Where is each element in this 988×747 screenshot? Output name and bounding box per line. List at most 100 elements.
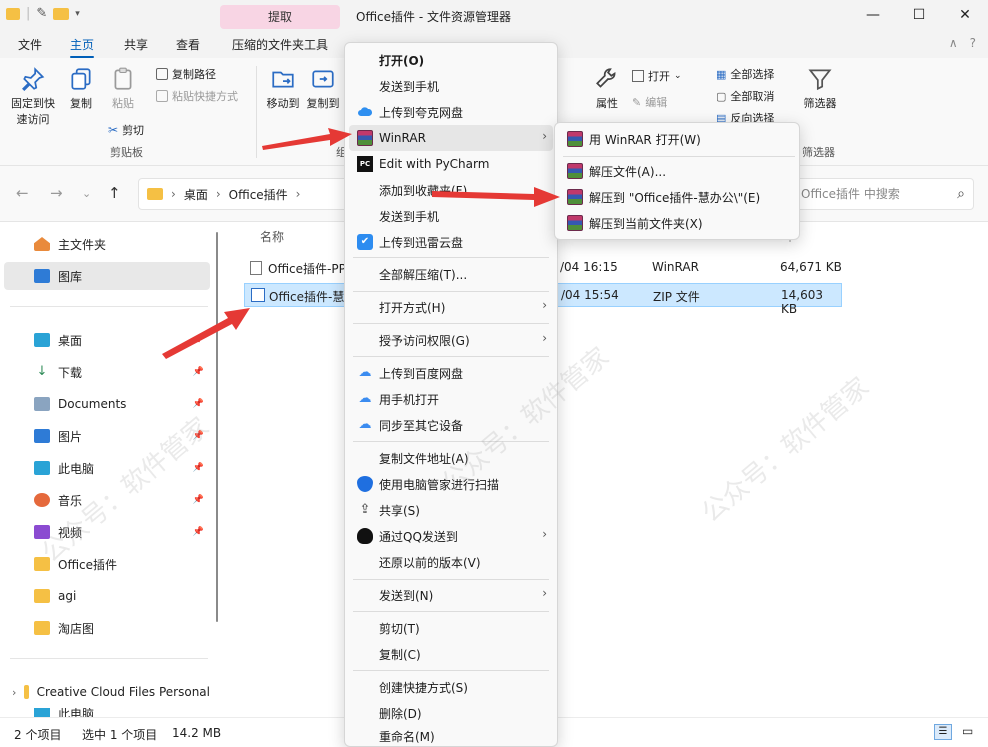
tab-compressed-tools[interactable]: 压缩的文件夹工具	[232, 36, 328, 53]
pin-icon[interactable]: 📌	[193, 431, 204, 441]
menu-item-share[interactable]: ⇪ 共享(S)	[349, 497, 553, 523]
menu-item-sync-devices[interactable]: ☁ 同步至其它设备	[349, 412, 553, 438]
copy-to-button[interactable]: 复制到	[298, 66, 348, 112]
menu-item-favorites[interactable]: 添加到收藏夹(F)	[349, 177, 553, 203]
submenu-item-extract-files[interactable]: 解压文件(A)...	[559, 159, 795, 183]
paste-button[interactable]: 粘贴	[98, 66, 148, 112]
chevron-down-icon[interactable]: ▾	[75, 9, 80, 19]
edit-button[interactable]: ✎ 编辑	[632, 94, 667, 110]
sidebar-item-videos[interactable]: 视频 📌	[0, 518, 210, 546]
music-icon	[34, 493, 50, 507]
menu-item-rename[interactable]: 重命名(M)	[349, 726, 553, 746]
pin-icon[interactable]: 📌	[193, 335, 204, 345]
menu-item-create-shortcut[interactable]: 创建快捷方式(S)	[349, 674, 553, 700]
menu-item-pc-manager-scan[interactable]: 使用电脑管家进行扫描	[349, 471, 553, 497]
submenu-arrow-icon: ›	[542, 331, 547, 345]
submenu-item-open-with-winrar[interactable]: 用 WinRAR 打开(W)	[559, 127, 795, 151]
menu-item-send-to-phone[interactable]: 发送到手机	[349, 73, 553, 99]
breadcrumb-desktop[interactable]: 桌面	[184, 186, 208, 203]
select-none-button[interactable]: ▢ 全部取消	[716, 88, 774, 104]
column-header-name[interactable]: 名称	[260, 228, 284, 245]
copy-path-button[interactable]: 复制路径	[156, 66, 216, 82]
menu-item-open-with[interactable]: 打开方式(H) ›	[349, 294, 553, 320]
filter-button[interactable]: 筛选器	[800, 66, 840, 112]
sidebar-item-home[interactable]: 主文件夹	[0, 230, 210, 258]
menu-item-delete[interactable]: 删除(D)	[349, 700, 553, 726]
pin-icon[interactable]: 📌	[193, 495, 204, 505]
folder-icon	[147, 188, 163, 200]
tab-file[interactable]: 文件	[18, 36, 42, 53]
properties-icon[interactable]: ✎	[36, 6, 47, 21]
new-folder-icon[interactable]	[53, 7, 70, 20]
search-input[interactable]: Office插件 中搜索 ⌕	[796, 178, 974, 210]
back-arrow-icon[interactable]: ←	[16, 184, 29, 202]
menu-item-send-to-phone-2[interactable]: 发送到手机	[349, 203, 553, 229]
menu-item-send-to[interactable]: 发送到(N) ›	[349, 582, 553, 608]
menu-item-quark-upload[interactable]: 上传到夸克网盘	[349, 99, 553, 125]
sidebar-divider	[10, 658, 208, 659]
submenu-item-extract-to-folder[interactable]: 解压到 "Office插件-慧办公\"(E)	[559, 185, 795, 209]
breadcrumb-office-plugin[interactable]: Office插件	[229, 186, 288, 203]
minimize-icon[interactable]: —	[850, 0, 896, 32]
open-button[interactable]: 打开 ⌄	[632, 68, 682, 84]
file-size: 14,603 KB	[781, 288, 823, 316]
menu-item-extract-all[interactable]: 全部解压缩(T)...	[349, 261, 553, 287]
menu-item-baidu-upload[interactable]: ☁ 上传到百度网盘	[349, 360, 553, 386]
folder-icon	[6, 7, 20, 20]
sidebar-scrollbar[interactable]	[216, 232, 218, 622]
menu-divider	[353, 441, 549, 442]
sidebar-item-documents[interactable]: Documents 📌	[0, 390, 210, 418]
file-list: 名称 | Office插件-PPT /04 16:15 WinRAR 64,67…	[228, 222, 988, 717]
menu-item-copy-address[interactable]: 复制文件地址(A)	[349, 445, 553, 471]
sidebar-item-creative-cloud[interactable]: › Creative Cloud Files Personal	[0, 678, 210, 706]
paste-shortcut-button[interactable]: 粘贴快捷方式	[156, 88, 238, 104]
pin-icon[interactable]: 📌	[193, 367, 204, 377]
submenu-item-extract-here[interactable]: 解压到当前文件夹(X)	[559, 211, 795, 235]
expand-chevron-icon[interactable]: ›	[12, 686, 16, 699]
clipboard-icon	[114, 67, 132, 90]
help-icon[interactable]: ?	[970, 36, 976, 50]
maximize-icon[interactable]: ☐	[896, 0, 942, 32]
menu-item-grant-access[interactable]: 授予访问权限(G) ›	[349, 327, 553, 353]
sidebar-item-music[interactable]: 音乐 📌	[0, 486, 210, 514]
tab-view[interactable]: 查看	[176, 36, 200, 53]
collapse-ribbon-icon[interactable]: ∧	[949, 36, 958, 50]
sidebar-item-office-plugin[interactable]: Office插件	[0, 550, 210, 578]
close-icon[interactable]: ✕	[942, 0, 988, 32]
sidebar-item-gallery[interactable]: 图库	[4, 262, 210, 290]
details-view-icon[interactable]: ☰	[934, 724, 952, 740]
menu-item-winrar[interactable]: WinRAR ›	[349, 125, 553, 151]
sidebar-item-desktop[interactable]: 桌面 📌	[0, 326, 210, 354]
menu-item-xunlei-upload[interactable]: ✔ 上传到迅雷云盘	[349, 229, 553, 255]
address-bar[interactable]: › 桌面 › Office插件 ›	[138, 178, 348, 210]
sidebar-item-taodiantu[interactable]: 淘店图	[0, 614, 210, 642]
sidebar-item-downloads[interactable]: ↓ 下载 📌	[0, 358, 210, 386]
sidebar-item-agi[interactable]: agi	[0, 582, 210, 610]
tab-share[interactable]: 共享	[124, 36, 148, 53]
pin-icon[interactable]: 📌	[193, 527, 204, 537]
file-name: Office插件-慧	[269, 290, 345, 304]
recent-chevron-icon[interactable]: ⌄	[82, 187, 91, 200]
properties-button[interactable]: 属性	[584, 66, 630, 112]
menu-item-pycharm[interactable]: PC Edit with PyCharm	[349, 151, 553, 177]
menu-item-copy[interactable]: 复制(C)	[349, 641, 553, 667]
select-all-button[interactable]: ▦ 全部选择	[716, 66, 774, 82]
forward-arrow-icon[interactable]: →	[50, 184, 63, 202]
context-tab-extract[interactable]: 提取	[220, 5, 340, 29]
sidebar-item-this-pc[interactable]: 此电脑 📌	[0, 454, 210, 482]
menu-item-restore-versions[interactable]: 还原以前的版本(V)	[349, 549, 553, 575]
cut-button[interactable]: ✂ 剪切	[108, 122, 144, 138]
breadcrumb-chevron-icon: ›	[215, 187, 221, 201]
pin-icon	[22, 67, 45, 92]
menu-item-phone-open[interactable]: ☁ 用手机打开	[349, 386, 553, 412]
tiles-view-icon[interactable]: ▭	[962, 724, 973, 738]
menu-item-open[interactable]: 打开(O)	[349, 47, 553, 73]
pin-icon[interactable]: 📌	[193, 463, 204, 473]
up-arrow-icon[interactable]: ↑	[108, 184, 121, 202]
menu-item-qq-send[interactable]: 通过QQ发送到 ›	[349, 523, 553, 549]
tab-home[interactable]: 主页	[70, 36, 95, 58]
pin-quick-access-button[interactable]: 固定到快速访问	[6, 66, 60, 128]
pin-icon[interactable]: 📌	[193, 399, 204, 409]
sidebar-item-pictures[interactable]: 图片 📌	[0, 422, 210, 450]
menu-item-cut[interactable]: 剪切(T)	[349, 615, 553, 641]
